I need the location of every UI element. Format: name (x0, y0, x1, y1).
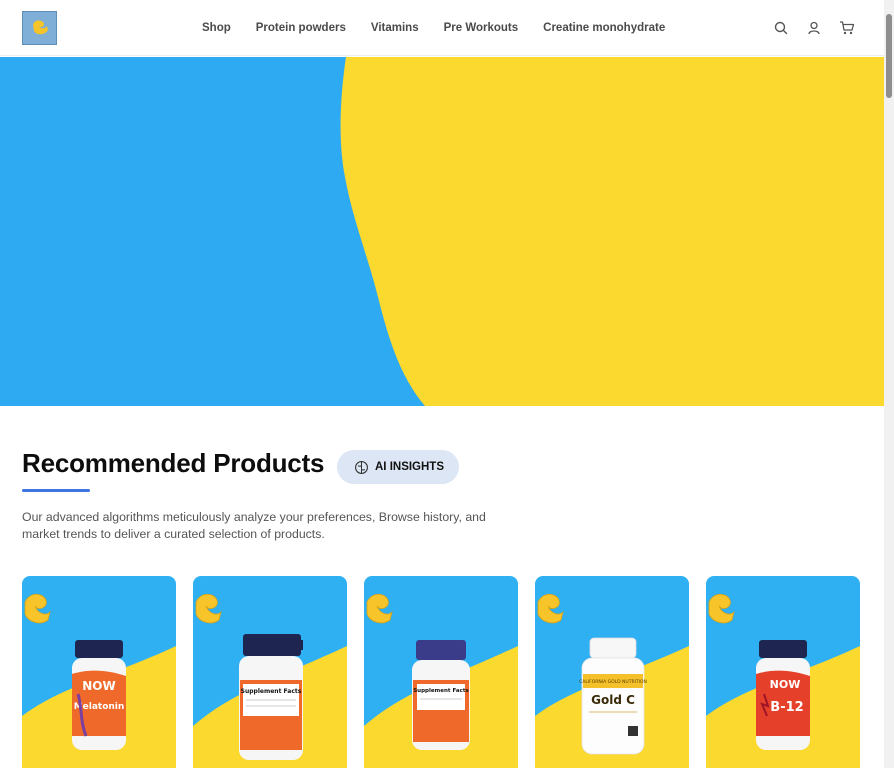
product-image: Supplement Facts (239, 634, 303, 760)
svg-text:B-12: B-12 (770, 700, 803, 715)
search-icon[interactable] (772, 19, 790, 37)
nav-creatine[interactable]: Creatine monohydrate (543, 22, 665, 34)
scrollbar-track[interactable] (884, 0, 894, 768)
svg-text:NOW: NOW (82, 679, 115, 693)
header-actions (757, 19, 856, 37)
brand-logo[interactable] (22, 11, 57, 45)
section-title: Recommended Products (22, 448, 325, 478)
ai-insights-button[interactable]: AI INSIGHTS (337, 450, 459, 484)
cart-icon[interactable] (838, 19, 856, 37)
svg-text:Gold C: Gold C (591, 693, 635, 707)
product-card-supplement-2[interactable]: Supplement Facts (364, 576, 518, 768)
product-card-supplement-1[interactable]: Supplement Facts (193, 576, 347, 768)
section-description: Our advanced algorithms meticulously ana… (22, 510, 486, 541)
product-image: NOW Melatonin (72, 640, 126, 750)
nav-protein-powders[interactable]: Protein powders (256, 22, 346, 34)
site-header: Shop Protein powders Vitamins Pre Workou… (0, 0, 884, 56)
flex-arm-icon (24, 593, 51, 624)
main-nav: Shop Protein powders Vitamins Pre Workou… (202, 0, 690, 56)
hero-banner[interactable] (0, 57, 884, 406)
svg-text:Supplement Facts: Supplement Facts (413, 688, 469, 694)
svg-text:Supplement Facts: Supplement Facts (241, 688, 302, 695)
svg-text:CALIFORNIA GOLD NUTRITION: CALIFORNIA GOLD NUTRITION (579, 679, 647, 685)
product-card-b12[interactable]: NOW B-12 (706, 576, 860, 768)
flex-arm-icon (195, 593, 222, 624)
flex-arm-icon (33, 20, 48, 35)
product-card-gold-c[interactable]: CALIFORNIA GOLD NUTRITION Gold C (535, 576, 689, 768)
nav-vitamins[interactable]: Vitamins (371, 22, 419, 34)
brain-icon (355, 460, 368, 474)
product-card-melatonin[interactable]: NOW Melatonin (22, 576, 176, 768)
title-underline (22, 489, 90, 492)
ai-insights-label: AI INSIGHTS (375, 461, 445, 473)
flex-arm-icon (366, 593, 393, 624)
product-image: CALIFORNIA GOLD NUTRITION Gold C (579, 637, 647, 755)
nav-shop[interactable]: Shop (202, 22, 231, 34)
nav-pre-workouts[interactable]: Pre Workouts (444, 22, 519, 34)
flex-arm-icon (708, 593, 735, 624)
scrollbar-thumb[interactable] (886, 14, 892, 98)
user-icon[interactable] (805, 19, 823, 37)
flex-arm-icon (537, 593, 564, 624)
product-image: Supplement Facts (412, 640, 470, 750)
product-image: NOW B-12 (756, 640, 810, 750)
svg-text:NOW: NOW (770, 678, 801, 691)
